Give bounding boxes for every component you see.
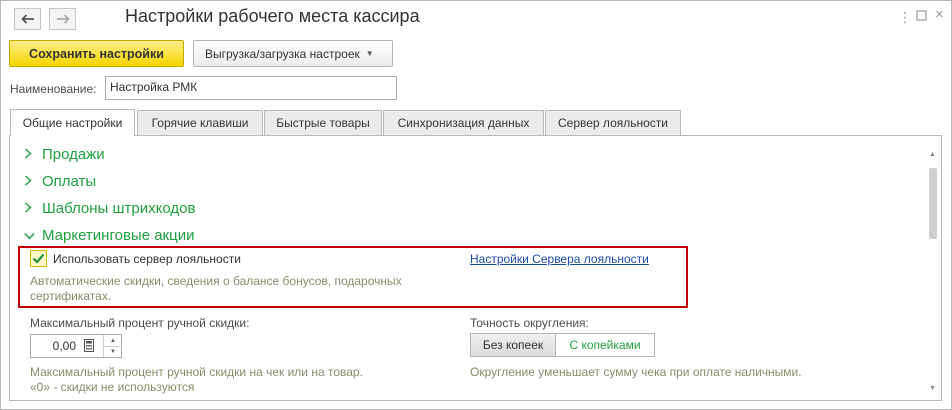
maximize-icon[interactable] xyxy=(916,8,927,24)
rounding-hint: Округление уменьшает сумму чека при опла… xyxy=(470,365,802,379)
close-icon[interactable]: × xyxy=(935,6,944,23)
caret-down-icon: ▼ xyxy=(365,49,374,58)
max-discount-hint-line2: «0» - скидки не используются xyxy=(30,380,195,394)
use-loyalty-label[interactable]: Использовать сервер лояльности xyxy=(53,252,241,266)
calculator-icon[interactable] xyxy=(84,339,94,355)
rounding-no-kopecks-button[interactable]: Без копеек xyxy=(470,333,555,357)
chevron-right-icon xyxy=(24,174,38,189)
export-import-label: Выгрузка/загрузка настроек xyxy=(205,46,360,61)
group-payments-label: Оплаты xyxy=(42,173,97,190)
name-label: Наименование: xyxy=(10,82,97,96)
checkmark-icon xyxy=(32,253,45,264)
group-barcode-templates-label: Шаблоны штрихкодов xyxy=(42,200,196,217)
group-marketing[interactable]: Маркетинговые акции xyxy=(24,227,194,244)
scroll-down-icon[interactable]: ▼ xyxy=(929,385,936,392)
chevron-right-icon xyxy=(24,201,38,216)
use-loyalty-checkbox[interactable] xyxy=(30,250,47,267)
tab-loyalty-server[interactable]: Сервер лояльности xyxy=(545,110,681,135)
tab-general[interactable]: Общие настройки xyxy=(10,109,135,136)
group-sales[interactable]: Продажи xyxy=(24,146,105,163)
window-title: Настройки рабочего места кассира xyxy=(125,6,420,26)
tab-hotkeys[interactable]: Горячие клавиши xyxy=(137,110,263,135)
max-discount-hint-line1: Максимальный процент ручной скидки на че… xyxy=(30,365,363,379)
save-button[interactable]: Сохранить настройки xyxy=(9,40,184,67)
max-discount-field: 0,00 ▲ ▼ xyxy=(30,334,122,358)
name-input[interactable]: Настройка РМК xyxy=(105,76,397,100)
forward-button[interactable] xyxy=(49,8,76,30)
scroll-up-icon[interactable]: ▲ xyxy=(929,151,936,158)
scrollbar-thumb[interactable] xyxy=(929,168,937,239)
export-import-button[interactable]: Выгрузка/загрузка настроек ▼ xyxy=(193,40,393,67)
group-payments[interactable]: Оплаты xyxy=(24,173,96,190)
rounding-label: Точность округления: xyxy=(470,316,589,330)
more-icon[interactable]: ⋮ xyxy=(898,9,912,26)
arrow-left-icon xyxy=(20,14,34,24)
rounding-with-kopecks-button[interactable]: С копейками xyxy=(555,333,655,357)
arrow-right-icon xyxy=(56,14,70,24)
group-barcode-templates[interactable]: Шаблоны штрихкодов xyxy=(24,200,195,217)
tab-quick-products[interactable]: Быстрые товары xyxy=(264,110,382,135)
max-discount-label: Максимальный процент ручной скидки: xyxy=(30,316,250,330)
loyalty-hint-line1: Автоматические скидки, сведения о баланс… xyxy=(30,274,402,288)
max-discount-input[interactable]: 0,00 xyxy=(53,339,76,353)
loyalty-hint-line2: сертификатах. xyxy=(30,289,112,303)
tab-sync[interactable]: Синхронизация данных xyxy=(383,110,544,135)
loyalty-settings-link[interactable]: Настройки Сервера лояльности xyxy=(470,252,649,266)
spin-down-icon[interactable]: ▼ xyxy=(103,346,122,357)
group-marketing-label: Маркетинговые акции xyxy=(42,227,195,244)
chevron-right-icon xyxy=(24,147,38,162)
group-sales-label: Продажи xyxy=(42,146,105,163)
chevron-down-icon xyxy=(24,228,38,243)
back-button[interactable] xyxy=(14,8,41,30)
